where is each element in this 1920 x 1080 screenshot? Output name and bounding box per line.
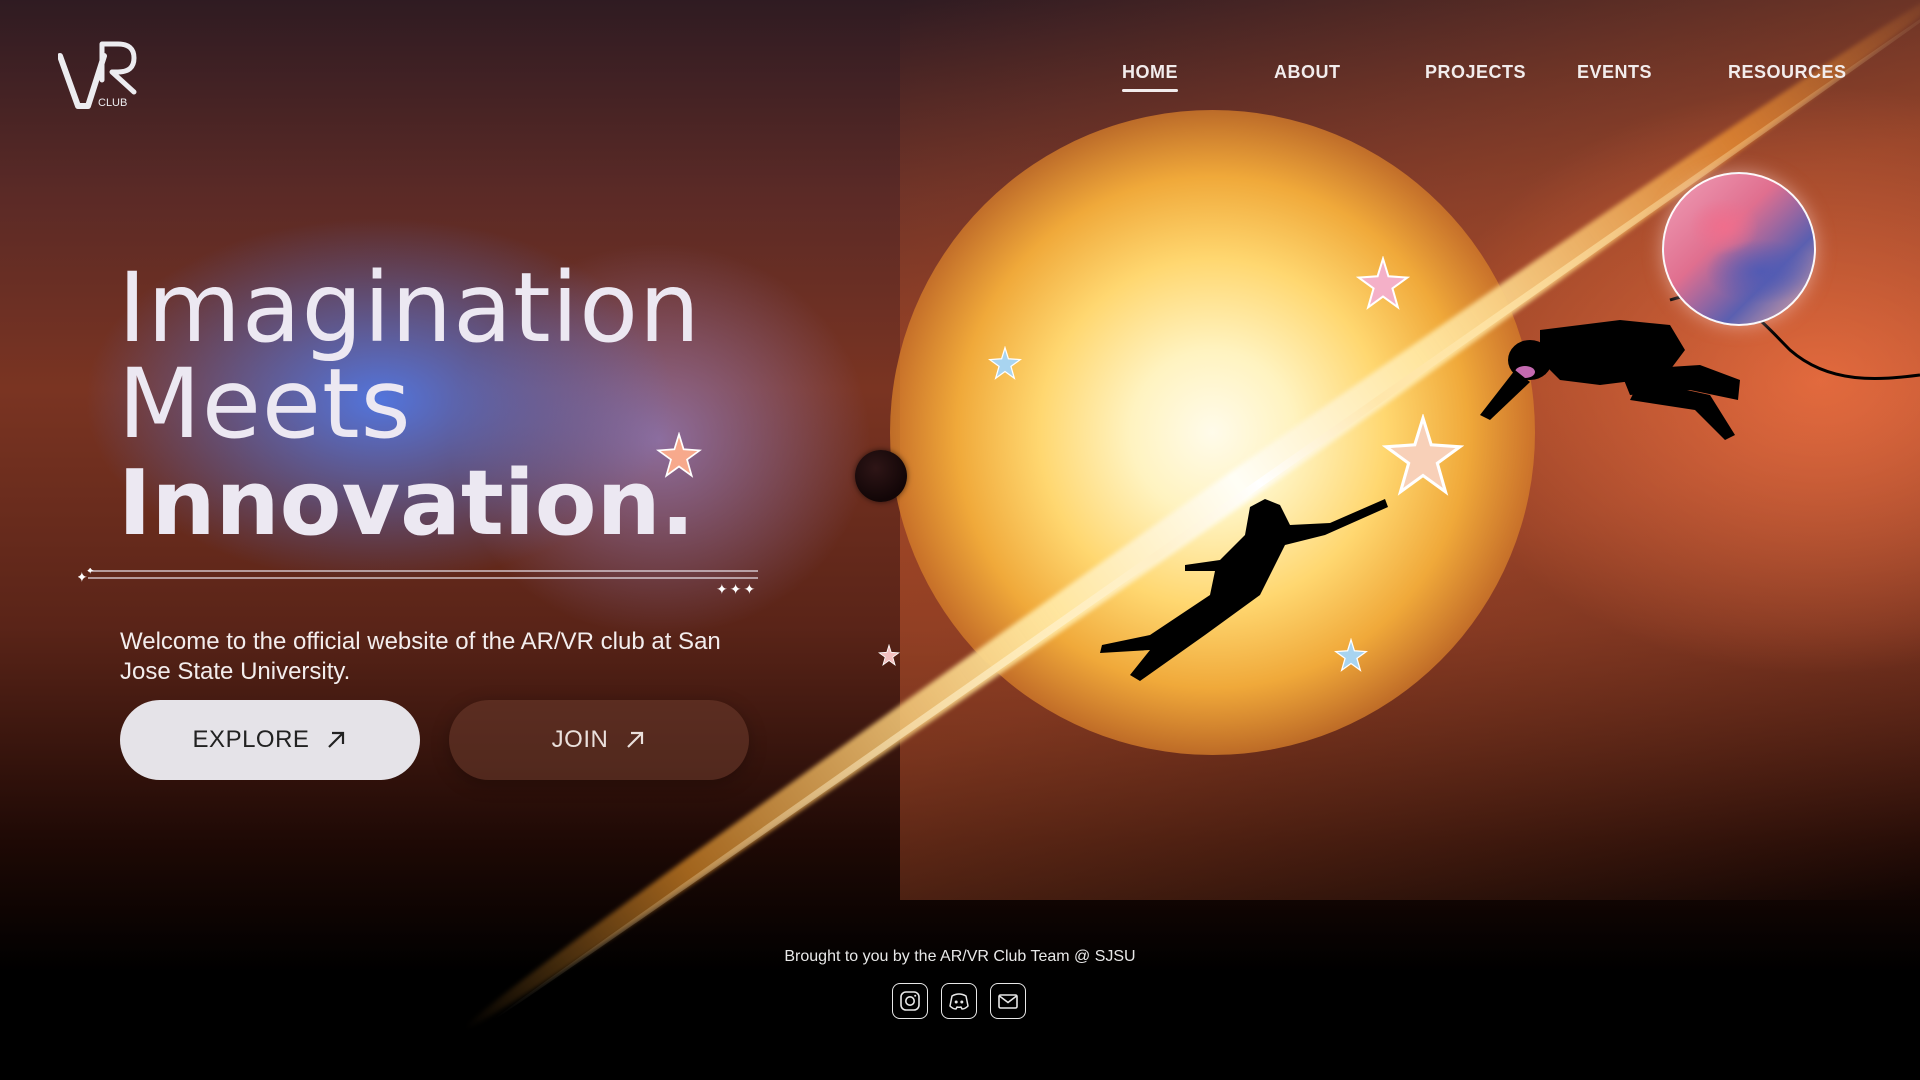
nav-events[interactable]: EVENTS xyxy=(1577,62,1652,83)
astronaut-silhouette xyxy=(1480,320,1740,440)
sparkle-dots-icon: ✦✦✦ xyxy=(716,582,758,598)
sparkle-star-icon xyxy=(878,644,900,666)
headline-line-3: Innovation. xyxy=(118,451,695,556)
welcome-text: Welcome to the official website of the A… xyxy=(120,628,721,685)
arrow-up-right-icon xyxy=(328,731,345,748)
instagram-link[interactable] xyxy=(892,983,928,1019)
explore-label: EXPLORE xyxy=(192,726,310,753)
arrow-up-right-icon xyxy=(627,731,644,748)
flying-person-silhouette xyxy=(1100,499,1388,681)
discord-link[interactable] xyxy=(941,983,977,1019)
join-button[interactable]: JOIN xyxy=(449,700,749,780)
nav-home[interactable]: HOME xyxy=(1122,62,1178,92)
floating-planet xyxy=(1662,172,1816,326)
footer-credit: Brought to you by the AR/VR Club Team @ … xyxy=(784,948,1136,965)
headline-line-1: Imagination xyxy=(118,252,701,364)
dark-moon xyxy=(855,450,907,502)
sparkle-star-icon xyxy=(1382,414,1464,496)
discord-icon xyxy=(949,993,969,1010)
nav-projects[interactable]: PROJECTS xyxy=(1425,62,1526,83)
svg-text:✦: ✦ xyxy=(86,568,94,577)
instagram-icon xyxy=(900,991,920,1011)
vr-club-logo[interactable]: CLUB xyxy=(58,36,148,114)
nav-about[interactable]: ABOUT xyxy=(1274,62,1341,83)
sparkle-star-icon xyxy=(988,346,1022,380)
logo-club-text: CLUB xyxy=(98,97,127,109)
join-label: JOIN xyxy=(551,726,609,753)
headline-line-2: Meets xyxy=(118,348,412,460)
hero-headline: Imagination Meets Innovation. xyxy=(118,260,701,556)
nav-resources[interactable]: RESOURCES xyxy=(1728,62,1847,83)
explore-button[interactable]: EXPLORE xyxy=(120,700,420,780)
email-link[interactable] xyxy=(990,983,1026,1019)
sparkle-star-icon xyxy=(1356,256,1410,310)
email-icon xyxy=(998,994,1018,1009)
decorative-divider: ✦ ✦ xyxy=(78,568,758,582)
